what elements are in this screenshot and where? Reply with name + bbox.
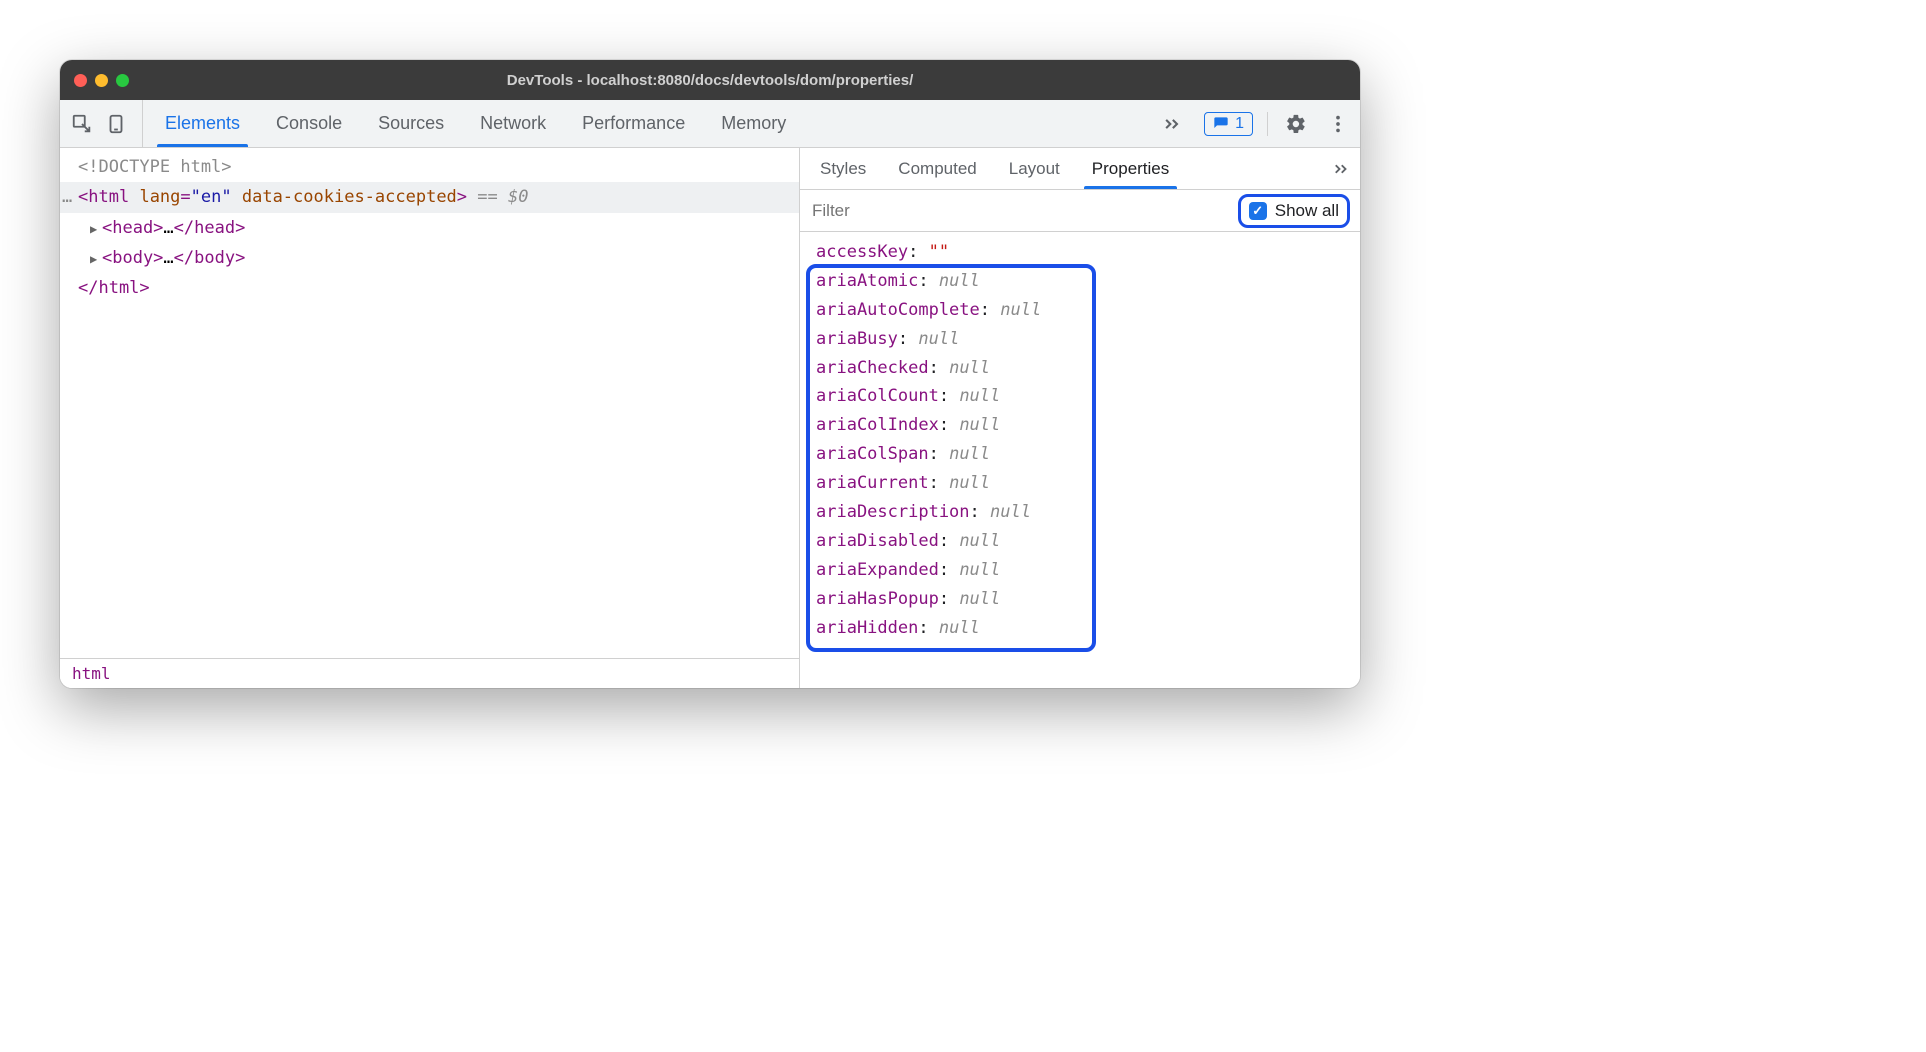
sidebar-tabs: StylesComputedLayoutProperties <box>800 148 1360 190</box>
dom-close-html[interactable]: </html> <box>60 273 799 303</box>
property-row[interactable]: ariaHidden: null <box>810 614 1350 643</box>
disclosure-triangle-icon[interactable]: ▶ <box>90 250 100 269</box>
property-row[interactable]: ariaDisabled: null <box>810 527 1350 556</box>
property-row[interactable]: ariaAtomic: null <box>810 267 1350 296</box>
main-tab-sources[interactable]: Sources <box>360 100 462 147</box>
panel-content: <!DOCTYPE html> <html lang="en" data-coo… <box>60 148 1360 688</box>
breadcrumb-html[interactable]: html <box>60 658 799 688</box>
separator <box>1267 112 1268 136</box>
filter-input[interactable] <box>810 200 1230 222</box>
inspect-element-icon[interactable] <box>68 110 96 138</box>
kebab-menu-icon[interactable] <box>1324 110 1352 138</box>
disclosure-triangle-icon[interactable]: ▶ <box>90 220 100 239</box>
filter-row: ✓ Show all <box>800 190 1360 232</box>
main-tab-elements[interactable]: Elements <box>147 100 258 147</box>
property-row[interactable]: ariaDescription: null <box>810 498 1350 527</box>
main-tab-network[interactable]: Network <box>462 100 564 147</box>
property-row[interactable]: ariaHasPopup: null <box>810 585 1350 614</box>
property-row[interactable]: ariaAutoComplete: null <box>810 296 1350 325</box>
main-tabs: ElementsConsoleSourcesNetworkPerformance… <box>147 100 1152 147</box>
sub-tabs-overflow-icon[interactable] <box>1185 148 1360 189</box>
traffic-lights <box>74 74 129 87</box>
sidebar-panel: StylesComputedLayoutProperties ✓ Show al… <box>800 148 1360 688</box>
checkbox-checked-icon[interactable]: ✓ <box>1249 202 1267 220</box>
dom-node-html[interactable]: <html lang="en" data-cookies-accepted> =… <box>60 182 799 212</box>
sub-tab-layout[interactable]: Layout <box>993 148 1076 189</box>
property-row[interactable]: ariaColCount: null <box>810 382 1350 411</box>
property-row[interactable]: ariaColIndex: null <box>810 411 1350 440</box>
property-row[interactable]: ariaExpanded: null <box>810 556 1350 585</box>
window-title: DevTools - localhost:8080/docs/devtools/… <box>507 72 913 89</box>
titlebar: DevTools - localhost:8080/docs/devtools/… <box>60 60 1360 100</box>
sub-tab-properties[interactable]: Properties <box>1076 148 1185 189</box>
property-row[interactable]: ariaCurrent: null <box>810 469 1350 498</box>
close-window-button[interactable] <box>74 74 87 87</box>
main-tab-performance[interactable]: Performance <box>564 100 703 147</box>
dom-tree[interactable]: <!DOCTYPE html> <html lang="en" data-coo… <box>60 148 799 658</box>
dom-node-body[interactable]: ▶<body>…</body> <box>60 243 799 273</box>
maximize-window-button[interactable] <box>116 74 129 87</box>
main-toolbar: ElementsConsoleSourcesNetworkPerformance… <box>60 100 1360 148</box>
issues-icon <box>1213 116 1229 132</box>
dom-panel: <!DOCTYPE html> <html lang="en" data-coo… <box>60 148 800 688</box>
main-tab-memory[interactable]: Memory <box>703 100 804 147</box>
property-row[interactable]: ariaBusy: null <box>810 325 1350 354</box>
sub-tab-styles[interactable]: Styles <box>804 148 882 189</box>
property-row[interactable]: ariaColSpan: null <box>810 440 1350 469</box>
dom-doctype[interactable]: <!DOCTYPE html> <box>60 152 799 182</box>
property-row[interactable]: ariaChecked: null <box>810 354 1350 383</box>
show-all-label: Show all <box>1275 201 1339 221</box>
devtools-window: DevTools - localhost:8080/docs/devtools/… <box>60 60 1360 688</box>
sub-tab-computed[interactable]: Computed <box>882 148 992 189</box>
property-row[interactable]: accessKey: "" <box>810 238 1350 267</box>
minimize-window-button[interactable] <box>95 74 108 87</box>
issues-badge[interactable]: 1 <box>1204 112 1253 136</box>
device-toggle-icon[interactable] <box>102 110 130 138</box>
settings-icon[interactable] <box>1282 110 1310 138</box>
main-tab-console[interactable]: Console <box>258 100 360 147</box>
show-all-toggle[interactable]: ✓ Show all <box>1238 194 1350 228</box>
main-tabs-overflow-icon[interactable] <box>1152 100 1192 147</box>
properties-list[interactable]: accessKey: ""ariaAtomic: nullariaAutoCom… <box>800 232 1360 688</box>
dom-node-head[interactable]: ▶<head>…</head> <box>60 213 799 243</box>
issues-count: 1 <box>1235 115 1244 133</box>
